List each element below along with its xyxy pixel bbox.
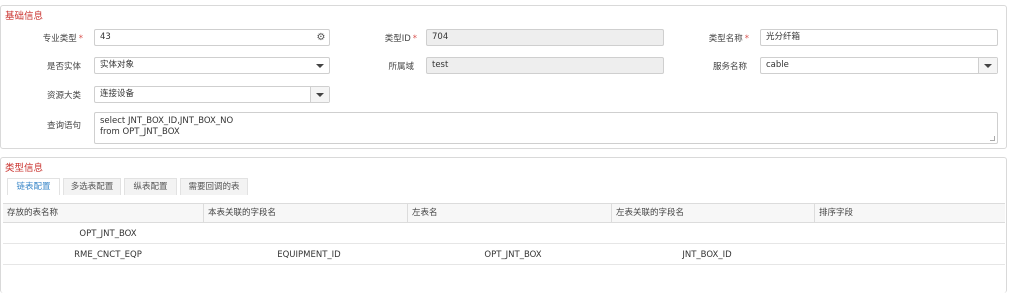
chevron-down-icon [984,64,992,68]
column-header[interactable]: 排序字段 [815,204,1005,223]
table-cell [612,224,802,244]
basic-info-title: 基础信息 [5,11,44,22]
type-info-panel: 类型信息 链表配置 多选表配置 纵表配置 需要回调的表 存放的表名称 本表关联的… [0,157,1007,293]
table-cell: OPT_JNT_BOX [484,250,542,260]
specialty-field[interactable]: 43 ⚙ [94,29,330,46]
service-dropdown-button[interactable] [978,58,997,73]
type-id-field[interactable]: 704 [426,29,664,46]
query-line-2: from OPT_JNT_BOX [100,127,180,137]
specialty-label: 专业类型 * [42,34,83,44]
tab-vertical-config[interactable]: 纵表配置 [124,178,177,195]
table-row[interactable]: RME_CNCT_EQP EQUIPMENT_ID OPT_JNT_BOX JN… [3,245,1005,265]
resource-select[interactable]: 连接设备 [94,86,330,103]
service-label: 服务名称 [712,62,747,72]
table-header: 存放的表名称 本表关联的字段名 左表名 左表关联的字段名 排序字段 [3,204,1005,223]
config-table: 存放的表名称 本表关联的字段名 左表名 左表关联的字段名 排序字段 OPT_JN… [3,203,1005,265]
domain-field[interactable]: test [426,57,664,74]
gear-icon[interactable]: ⚙ [314,31,328,44]
type-info-title: 类型信息 [5,163,44,174]
type-id-label: 类型ID * [384,34,417,44]
column-header[interactable]: 存放的表名称 [3,204,204,223]
domain-label: 所属域 [388,62,414,72]
resize-handle[interactable] [990,136,995,141]
tab-chain-config[interactable]: 链表配置 [7,178,60,195]
table-cell: OPT_JNT_BOX [79,229,137,239]
type-name-label: 类型名称 * [708,34,749,44]
is-entity-select[interactable]: 实体对象 [94,57,330,74]
table-cell: RME_CNCT_EQP [74,250,142,260]
column-header[interactable]: 本表关联的字段名 [204,204,408,223]
tab-multi-select-config[interactable]: 多选表配置 [63,178,121,195]
service-select[interactable]: cable [760,57,998,74]
basic-info-panel: 基础信息 专业类型 * 43 ⚙ 类型ID * 704 类型名称 * 光分纤箱 是否实… [0,5,1007,149]
table-row[interactable]: OPT_JNT_BOX [3,224,1005,244]
resource-label: 资源大类 [46,91,81,101]
tab-callback-tables[interactable]: 需要回调的表 [180,178,248,195]
table-cell [815,245,1005,265]
table-cell [204,224,414,244]
chevron-down-icon [316,93,324,97]
column-header[interactable]: 左表关联的字段名 [612,204,815,223]
type-name-field[interactable]: 光分纤箱 [760,29,998,46]
column-header[interactable]: 左表名 [408,204,612,223]
table-cell [815,224,1005,244]
table-cell [408,224,618,244]
query-label: 查询语句 [46,121,81,131]
table-cell: JNT_BOX_ID [682,250,732,260]
chevron-down-icon [316,64,324,68]
table-cell: EQUIPMENT_ID [277,250,341,260]
query-line-1: select JNT_BOX_ID,JNT_BOX_NO [100,116,234,126]
is-entity-label: 是否实体 [46,62,81,72]
resource-dropdown-button[interactable] [310,87,329,102]
query-textarea[interactable]: select JNT_BOX_ID,JNT_BOX_NO from OPT_JN… [94,112,998,144]
